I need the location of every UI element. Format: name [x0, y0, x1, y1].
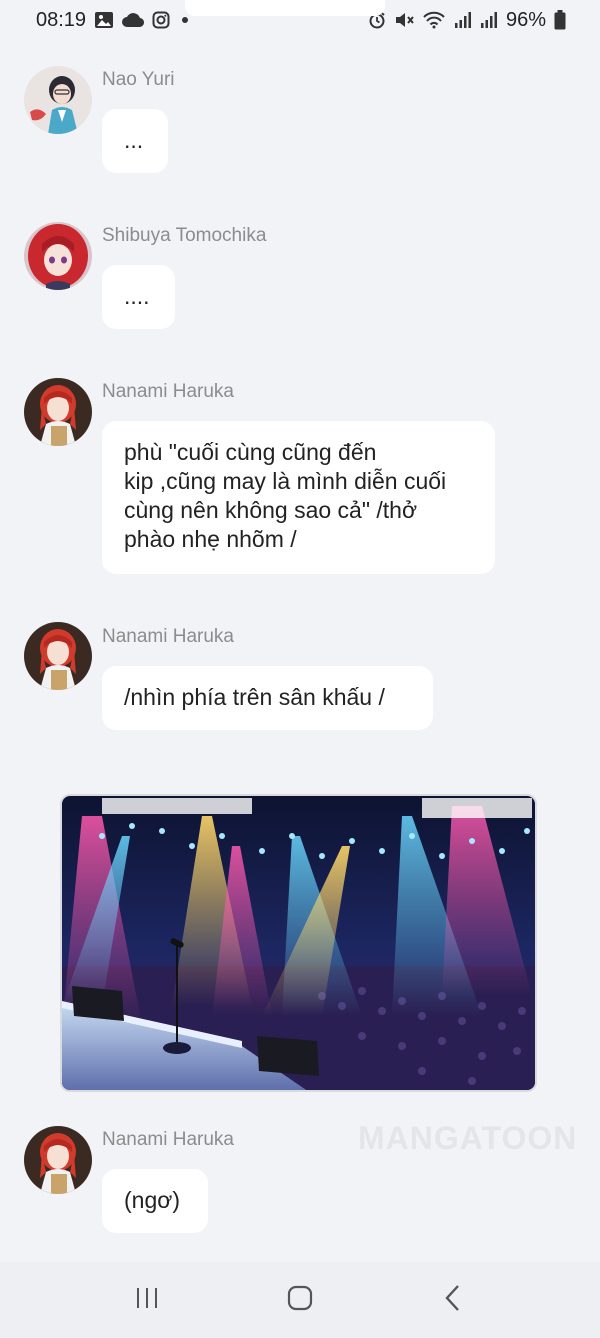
nao-yuri-avatar[interactable]	[24, 66, 92, 134]
status-bar-notch	[185, 0, 385, 16]
message-text: ....	[124, 283, 150, 309]
message-text: ...	[124, 127, 144, 153]
sender-name: Nao Yuri	[102, 69, 175, 90]
shibuya-tomochika-avatar[interactable]	[24, 222, 92, 290]
battery-percent: 96%	[505, 8, 546, 31]
wifi-icon	[422, 11, 446, 29]
message-bubble[interactable]: phù "cuối cùng cũng đến kip ,cũng may là…	[102, 421, 495, 574]
instagram-icon	[152, 11, 170, 29]
nanami-haruka-avatar[interactable]	[24, 378, 92, 446]
message-bubble[interactable]: ....	[102, 265, 175, 329]
message-bubble[interactable]: ...	[102, 109, 168, 173]
message-bubble[interactable]: /nhìn phía trên sân khấu /	[102, 666, 433, 730]
home-button[interactable]	[270, 1275, 330, 1325]
recent-apps-button[interactable]	[117, 1275, 177, 1325]
sender-name: Nanami Haruka	[102, 626, 234, 647]
battery-icon	[554, 10, 566, 30]
recent-apps-icon	[134, 1286, 160, 1315]
nanami-haruka-avatar[interactable]	[24, 1126, 92, 1194]
home-icon	[286, 1284, 314, 1317]
back-button[interactable]	[423, 1275, 483, 1325]
cloud-icon	[122, 12, 145, 28]
sender-name: Nanami Haruka	[102, 1129, 234, 1150]
signal-icon	[480, 11, 498, 29]
nanami-haruka-avatar[interactable]	[24, 622, 92, 690]
mute-icon	[394, 11, 414, 29]
sender-name: Shibuya Tomochika	[102, 225, 267, 246]
message-text: /nhìn phía trên sân khấu /	[124, 684, 385, 710]
back-icon	[443, 1284, 463, 1317]
sender-name: Nanami Haruka	[102, 381, 234, 402]
dot-icon	[182, 17, 189, 23]
message-text: (ngơ)	[124, 1187, 180, 1213]
concert-stage-image[interactable]	[60, 794, 537, 1092]
message-text: phù "cuối cùng cũng đến kip ,cũng may là…	[124, 439, 447, 552]
signal-icon	[454, 11, 472, 29]
clock: 08:19	[36, 8, 87, 31]
watermark: MANGATOON	[358, 1120, 578, 1156]
message-bubble[interactable]: (ngơ)	[102, 1169, 208, 1233]
navigation-bar	[0, 1262, 600, 1338]
gallery-icon	[94, 11, 114, 29]
